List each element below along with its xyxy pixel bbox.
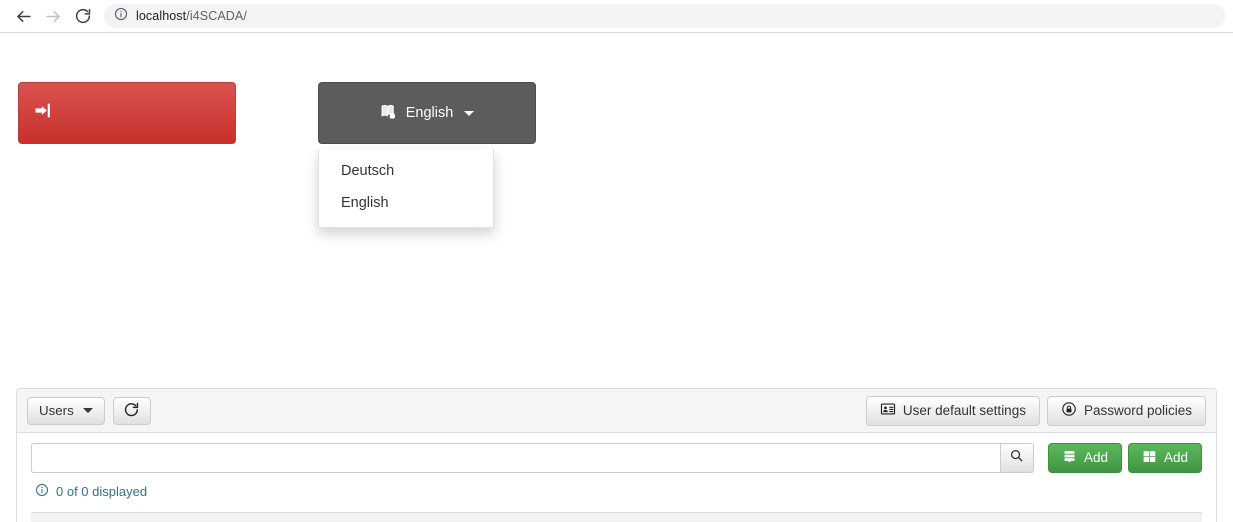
- users-table-wrap: Active Type Name Description Actions: [31, 512, 1202, 522]
- displayed-count-row: 0 of 0 displayed: [35, 483, 1202, 500]
- language-book-icon: [380, 103, 397, 124]
- chevron-down-icon: [82, 408, 93, 413]
- column-header-type[interactable]: Type: [294, 512, 556, 522]
- column-header-description[interactable]: Description: [813, 512, 1068, 522]
- users-table-head: Active Type Name Description Actions: [31, 512, 1202, 522]
- page-content: English Deutsch English Users User defau…: [0, 33, 1233, 522]
- refresh-button[interactable]: [112, 396, 151, 425]
- refresh-icon: [123, 401, 140, 420]
- password-policies-label: Password policies: [1083, 402, 1192, 418]
- language-menu-item-english[interactable]: English: [319, 187, 493, 219]
- user-default-settings-label: User default settings: [902, 402, 1026, 418]
- id-card-icon: [880, 401, 896, 420]
- column-header-name[interactable]: Name: [555, 512, 814, 522]
- browser-toolbar: localhost/i4SCADA/: [0, 0, 1233, 33]
- address-bar[interactable]: localhost/i4SCADA/: [104, 4, 1225, 28]
- add-user-label: Add: [1083, 450, 1108, 466]
- search-button[interactable]: [999, 443, 1034, 473]
- column-header-actions: Actions: [1067, 512, 1202, 522]
- language-button-label: English: [405, 105, 454, 121]
- login-button[interactable]: [18, 82, 236, 144]
- site-info-icon[interactable]: [114, 7, 128, 26]
- language-dropdown-menu[interactable]: Deutsch English: [318, 149, 494, 228]
- panel-body: Add Add 0 of 0 displayed: [17, 433, 1216, 522]
- password-policies-button[interactable]: Password policies: [1046, 395, 1206, 426]
- info-circle-icon: [35, 483, 49, 500]
- search-input-group: [31, 443, 1034, 473]
- reload-button[interactable]: [68, 1, 98, 31]
- back-button[interactable]: [8, 1, 38, 31]
- forward-button[interactable]: [38, 1, 68, 31]
- search-input[interactable]: [31, 443, 1000, 473]
- add-windows-user-button[interactable]: Add: [1127, 443, 1202, 473]
- users-table: Active Type Name Description Actions: [31, 512, 1202, 522]
- chevron-down-icon: [464, 110, 475, 116]
- table-header-row: Active Type Name Description Actions: [31, 512, 1202, 522]
- search-icon: [1009, 448, 1024, 468]
- add-buttons-group: Add Add: [1047, 443, 1202, 473]
- url-path: /i4SCADA/: [186, 9, 247, 23]
- arrow-right-icon: [44, 7, 63, 26]
- panel-toolbar-right: User default settings Password policies: [865, 395, 1206, 426]
- search-row: Add Add: [31, 443, 1202, 473]
- language-button[interactable]: English: [318, 82, 536, 144]
- lock-icon: [1061, 401, 1077, 420]
- url-host: localhost: [136, 9, 187, 23]
- language-menu-item-deutsch[interactable]: Deutsch: [319, 155, 493, 187]
- add-windows-user-label: Add: [1163, 450, 1188, 466]
- users-dropdown-label: Users: [39, 402, 74, 418]
- add-user-button[interactable]: Add: [1047, 443, 1122, 473]
- sign-in-icon: [33, 101, 52, 125]
- displayed-count-text: 0 of 0 displayed: [56, 484, 148, 499]
- reload-icon: [74, 7, 92, 25]
- column-header-active[interactable]: Active: [31, 512, 295, 522]
- panel-toolbar: Users User default settings Password pol…: [17, 389, 1216, 433]
- user-default-settings-button[interactable]: User default settings: [865, 395, 1040, 426]
- windows-icon: [1142, 449, 1157, 467]
- users-panel: Users User default settings Password pol…: [16, 388, 1217, 522]
- arrow-left-icon: [14, 7, 33, 26]
- users-dropdown-button[interactable]: Users: [27, 396, 105, 425]
- database-icon: [1062, 449, 1077, 467]
- url-text: localhost/i4SCADA/: [136, 9, 247, 23]
